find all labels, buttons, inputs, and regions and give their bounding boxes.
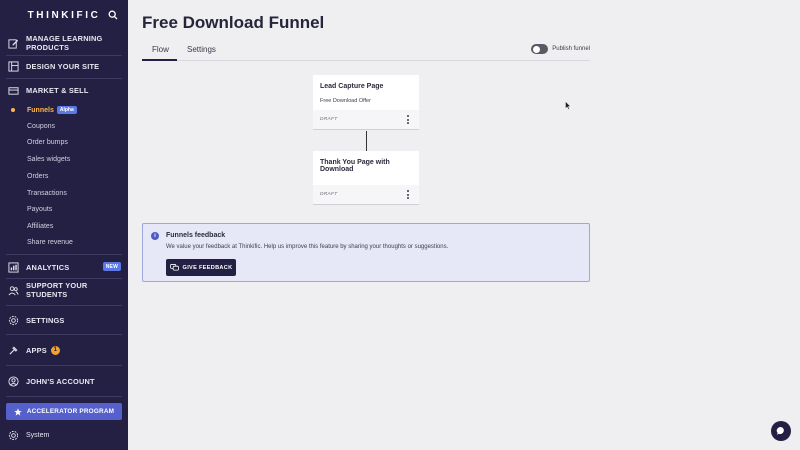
- step-connector: [366, 131, 367, 151]
- active-dot: [11, 108, 15, 112]
- chat-bubble-icon: [776, 426, 784, 435]
- nav-design-your-site[interactable]: DESIGN YOUR SITE: [0, 54, 128, 78]
- nav-system[interactable]: System: [8, 430, 49, 441]
- tab-bar: Flow Settings Publish funnel: [142, 39, 590, 61]
- publish-funnel-toggle[interactable]: [531, 44, 549, 54]
- card-title: Thank You Page with Download: [320, 159, 390, 173]
- divider: [6, 334, 122, 335]
- mouse-cursor-icon: [565, 101, 571, 110]
- funnels-feedback-banner: i Funnels feedback We value your feedbac…: [142, 223, 590, 282]
- sidebar-item-payouts[interactable]: Payouts: [27, 206, 52, 213]
- chat-icon: [169, 264, 179, 271]
- sidebar-item-transactions[interactable]: Transactions: [27, 190, 67, 197]
- card-body: Thank You Page with Download: [313, 151, 419, 185]
- plug-icon: [9, 345, 18, 355]
- divider: [6, 396, 122, 397]
- layout-icon: [8, 60, 19, 72]
- alpha-badge: Alpha: [56, 106, 77, 114]
- nav-support-your-students[interactable]: SUPPORT YOUR STUDENTS: [0, 278, 128, 302]
- funnel-step-card-lead[interactable]: Lead Capture Page Free Download Offer DR…: [313, 75, 419, 130]
- nav-johns-account[interactable]: JOHN'S ACCOUNT: [0, 369, 128, 393]
- sidebar-item-orders[interactable]: Orders: [27, 173, 48, 180]
- status-badge: DRAFT: [320, 117, 338, 122]
- account-icon: [8, 375, 19, 387]
- active-tab-indicator: [142, 59, 177, 61]
- gear-icon: [8, 315, 19, 325]
- tab-flow[interactable]: Flow: [152, 45, 169, 54]
- nav-market-and-sell[interactable]: MARKET & SELL: [0, 78, 128, 102]
- cart-icon: [8, 86, 19, 95]
- card-footer: DRAFT: [313, 185, 419, 204]
- users-icon: [8, 285, 19, 295]
- card-body: Lead Capture Page Free Download Offer: [313, 75, 419, 110]
- accelerator-program-button[interactable]: ACCELERATOR PROGRAM: [6, 403, 122, 420]
- apps-count-badge: 1: [50, 345, 60, 355]
- more-options-icon[interactable]: [406, 190, 409, 199]
- star-icon: [14, 407, 22, 415]
- publish-funnel-toggle-wrap: Publish funnel: [531, 44, 590, 54]
- edit-icon: [8, 38, 19, 49]
- tab-settings[interactable]: Settings: [187, 45, 216, 54]
- nav-manage-learning-products[interactable]: MANAGE LEARNING PRODUCTS: [0, 31, 128, 55]
- divider: [6, 305, 122, 306]
- nav-settings[interactable]: SETTINGS: [0, 308, 128, 332]
- give-feedback-button[interactable]: GIVE FEEDBACK: [166, 259, 236, 276]
- sidebar-item-order-bumps[interactable]: Order bumps: [27, 139, 68, 146]
- divider: [6, 365, 122, 366]
- info-icon: i: [151, 232, 159, 240]
- card-title: Lead Capture Page: [320, 83, 384, 90]
- sidebar-item-funnels[interactable]: Funnels Alpha: [27, 106, 77, 114]
- sidebar-item-sales-widgets[interactable]: Sales widgets: [27, 156, 70, 163]
- feedback-title: Funnels feedback: [166, 232, 226, 239]
- logo-row: THINKIFIC: [0, 0, 128, 30]
- nav-apps[interactable]: APPS 1: [0, 338, 128, 362]
- gear-icon: [8, 430, 19, 441]
- feedback-text: We value your feedback at Thinkific. Hel…: [166, 244, 449, 250]
- sidebar-item-coupons[interactable]: Coupons: [27, 123, 55, 130]
- nav-analytics[interactable]: ANALYTICS NEW: [0, 255, 128, 279]
- status-badge: DRAFT: [320, 192, 338, 197]
- publish-funnel-label: Publish funnel: [552, 46, 590, 52]
- card-footer: DRAFT: [313, 110, 419, 129]
- thinkific-logo[interactable]: THINKIFIC: [28, 10, 101, 21]
- more-options-icon[interactable]: [406, 115, 409, 124]
- chat-support-button[interactable]: [771, 421, 791, 441]
- new-badge: NEW: [102, 262, 121, 271]
- funnel-step-card-thank-you[interactable]: Thank You Page with Download DRAFT: [313, 151, 419, 205]
- sidebar-item-share-revenue[interactable]: Share revenue: [27, 239, 73, 246]
- sidebar: THINKIFIC MANAGE LEARNING PRODUCTS DESIG…: [0, 0, 128, 450]
- page-title: Free Download Funnel: [142, 13, 325, 32]
- card-subtitle: Free Download Offer: [320, 98, 371, 104]
- sidebar-item-affiliates[interactable]: Affiliates: [27, 223, 53, 230]
- search-icon[interactable]: [108, 10, 118, 20]
- analytics-icon: [8, 261, 19, 273]
